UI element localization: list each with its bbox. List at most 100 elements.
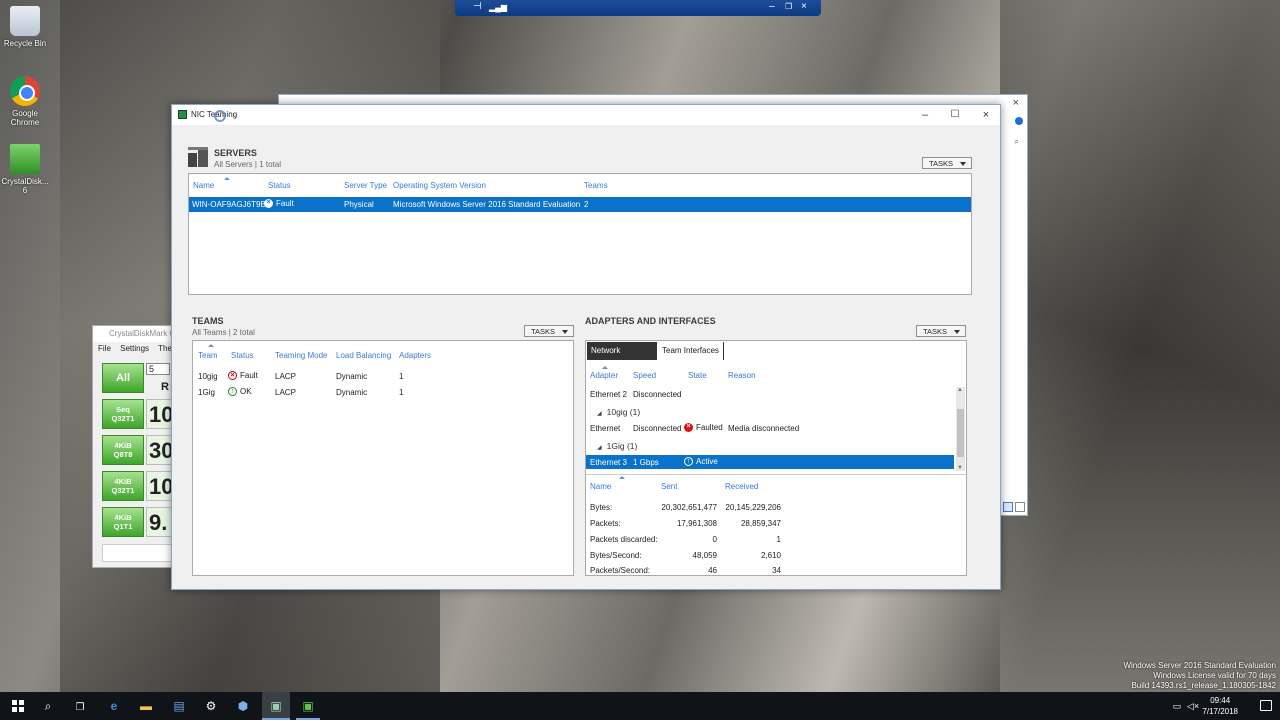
view-tiles-icon[interactable] <box>1015 502 1025 512</box>
column-header-received[interactable]: Received <box>725 482 758 491</box>
stat-received: 20,145,229,206 <box>725 503 781 512</box>
os-watermark: Windows Server 2016 Standard Evaluation … <box>1123 661 1276 691</box>
view-details-icon[interactable] <box>1003 502 1013 512</box>
column-header-sent[interactable]: Sent <box>661 482 677 491</box>
cdm-menu-theme[interactable]: Them <box>158 344 171 353</box>
tab-network-adapters[interactable]: Network Adapters <box>587 342 657 373</box>
taskbar-settings[interactable]: ⚙ <box>201 696 221 716</box>
servers-tasks-button[interactable]: TASKS <box>922 157 972 169</box>
close-button[interactable]: × <box>978 108 994 122</box>
tray-clock[interactable]: 09:44 7/17/2018 <box>1202 695 1238 717</box>
close-icon[interactable]: × <box>801 1 807 12</box>
taskbar-crystaldiskmark[interactable]: ▣ <box>298 696 318 716</box>
cdm-comment-field[interactable] <box>102 544 172 562</box>
title-bar[interactable]: NIC Teaming – ☐ × <box>172 105 1000 125</box>
stats-row: Packets: 17,961,308 28,859,347 <box>586 516 966 530</box>
scroll-up-icon[interactable]: ▲ <box>957 387 963 393</box>
watermark-line: Build 14393.rs1_release_1.180305-1842 <box>1131 681 1276 690</box>
column-header-status[interactable]: Status <box>231 351 254 360</box>
column-header-state[interactable]: State <box>688 371 707 380</box>
desktop-icon-crystaldiskmark[interactable]: CrystalDisk... 6 <box>0 144 56 195</box>
stat-sent: 0 <box>712 535 717 544</box>
taskbar-network[interactable]: ⬢ <box>233 696 253 716</box>
task-view-button[interactable]: ❐ <box>70 696 90 716</box>
taskbar-server-manager[interactable]: ▤ <box>169 696 189 716</box>
edge-icon: e <box>110 699 118 713</box>
desktop-icon-chrome[interactable]: Google Chrome <box>0 76 56 127</box>
tray-network[interactable]: ▭ <box>1170 696 1184 716</box>
watermark-line: Windows License valid for 70 days <box>1153 671 1276 680</box>
start-button[interactable] <box>8 696 28 716</box>
table-row[interactable]: 10gig × Fault LACP Dynamic 1 <box>193 368 573 383</box>
server-os: Microsoft Windows Server 2016 Standard E… <box>393 200 581 209</box>
crystaldiskmark-window[interactable]: CrystalDiskMark 6 File Settings Them All… <box>92 325 173 568</box>
search-button[interactable]: ⌕ <box>38 696 58 716</box>
remote-connection-bar[interactable]: ⊣ ▂▄▆ – ❐ × <box>455 0 821 16</box>
table-row[interactable]: 1Gig ↑ OK LACP Dynamic 1 <box>193 384 573 399</box>
column-header-reason[interactable]: Reason <box>728 371 756 380</box>
team-adapters: 1 <box>399 372 404 381</box>
taskbar-nic-teaming[interactable]: ▣ <box>262 692 290 720</box>
stat-received: 1 <box>776 535 781 544</box>
restore-icon[interactable]: ❐ <box>785 2 792 11</box>
servers-subtitle: All Servers | 1 total <box>214 160 281 169</box>
fault-icon: × <box>228 371 237 381</box>
tray-volume[interactable]: ◁× <box>1186 696 1200 716</box>
cdm-count-select[interactable]: 5 <box>146 363 170 375</box>
cdm-menu-file[interactable]: File <box>98 344 111 353</box>
server-name: WIN-OAF9AGJ6T9B <box>192 200 266 209</box>
close-icon[interactable]: × <box>1013 97 1019 109</box>
desktop-icon-recycle-bin[interactable]: Recycle Bin <box>0 6 56 48</box>
column-header-status[interactable]: Status <box>268 181 291 190</box>
list-item[interactable]: Ethernet Disconnected × Faulted Media dis… <box>586 421 954 435</box>
pin-icon[interactable]: ⊣ <box>473 1 482 12</box>
help-icon[interactable] <box>1015 117 1023 125</box>
action-center-icon[interactable] <box>1260 700 1272 711</box>
stats-row: Bytes/Second: 48,059 2,610 <box>586 548 966 562</box>
scroll-down-icon[interactable]: ▼ <box>957 465 963 471</box>
column-header-load-balancing[interactable]: Load Balancing <box>336 351 391 360</box>
column-header-stat-name[interactable]: Name <box>590 482 611 491</box>
stats-row: Packets/Second: 46 34 <box>586 564 966 576</box>
cdm-test-button-4k-q32t1[interactable]: 4KiB Q32T1 <box>102 471 144 501</box>
taskbar-file-explorer[interactable]: ▬ <box>136 696 156 716</box>
list-item[interactable]: Ethernet 2 Disconnected <box>586 387 954 401</box>
sort-asc-icon <box>208 344 214 347</box>
cdm-test-button-seq-q32t1[interactable]: Seq Q32T1 <box>102 399 144 429</box>
column-header-team[interactable]: Team <box>198 351 218 360</box>
cdm-all-button[interactable]: All <box>102 363 144 393</box>
taskbar-edge[interactable]: e <box>104 696 124 716</box>
column-header-teams[interactable]: Teams <box>584 181 608 190</box>
adapter-name: Ethernet <box>590 424 621 433</box>
team-load-balancing: Dynamic <box>336 388 368 397</box>
cdm-test-button-4k-q8t8[interactable]: 4KiB Q8T8 <box>102 435 144 465</box>
column-header-adapters[interactable]: Adapters <box>399 351 431 360</box>
network-connections-icon: ⬢ <box>237 699 249 713</box>
adapters-tab-bar: Network Adapters Team Interfaces <box>587 342 967 373</box>
gear-icon: ⚙ <box>205 699 217 713</box>
tab-team-interfaces[interactable]: Team Interfaces <box>658 342 724 360</box>
team-name: 10gig <box>198 372 218 381</box>
cdm-test-button-4k-q1t1[interactable]: 4KiB Q1T1 <box>102 507 144 537</box>
adapters-scrollbar[interactable]: ▲ ▼ <box>956 387 965 471</box>
minimize-button[interactable]: – <box>917 108 933 122</box>
adapters-tasks-button[interactable]: TASKS <box>916 325 966 337</box>
group-header-10gig[interactable]: 10gig (1) <box>597 407 641 417</box>
column-header-server-type[interactable]: Server Type <box>344 181 387 190</box>
table-row[interactable]: WIN-OAF9AGJ6T9B × Fault Physical Microsof… <box>189 197 971 212</box>
list-item[interactable]: Ethernet 3 1 Gbps ↑ Active <box>586 455 954 469</box>
teams-tasks-button[interactable]: TASKS <box>524 325 574 337</box>
teams-title: TEAMS <box>192 316 224 326</box>
column-header-adapter[interactable]: Adapter <box>590 371 618 380</box>
scroll-thumb[interactable] <box>957 409 964 457</box>
column-header-name[interactable]: Name <box>193 181 214 190</box>
nic-teaming-window[interactable]: NIC Teaming – ☐ × SERVERS All Servers | … <box>171 104 1001 590</box>
minimize-icon[interactable]: – <box>769 1 775 12</box>
maximize-button[interactable]: ☐ <box>947 108 963 122</box>
column-header-speed[interactable]: Speed <box>633 371 656 380</box>
column-header-teaming-mode[interactable]: Teaming Mode <box>275 351 327 360</box>
column-header-os-version[interactable]: Operating System Version <box>393 181 486 190</box>
cdm-menu-settings[interactable]: Settings <box>120 344 149 353</box>
search-icon[interactable]: ⌕ <box>1015 137 1019 147</box>
group-header-1gig[interactable]: 1Gig (1) <box>597 441 638 451</box>
